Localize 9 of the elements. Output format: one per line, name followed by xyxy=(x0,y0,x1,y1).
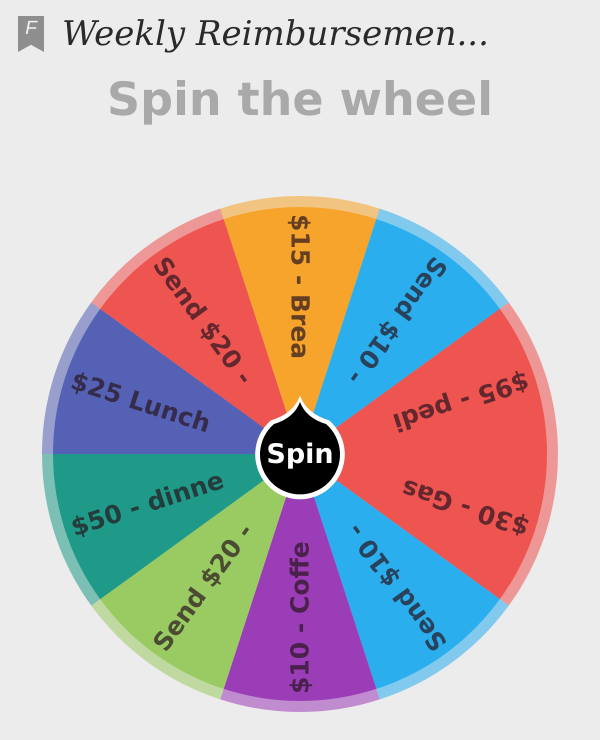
segment-label: $30 - Gas xyxy=(398,474,533,542)
segment-label: $95 - pedi xyxy=(389,366,533,438)
segment-label: $10 - Coffe xyxy=(286,541,314,694)
segment-label: $15 - Brea xyxy=(286,214,314,360)
page-title: Weekly Reimbursemen... xyxy=(62,14,489,54)
spin-button[interactable]: Spin xyxy=(255,396,345,500)
bookmark-icon: F xyxy=(18,16,44,52)
segment-label: $25 Lunch xyxy=(67,366,214,438)
heading: Spin the wheel xyxy=(107,72,493,126)
